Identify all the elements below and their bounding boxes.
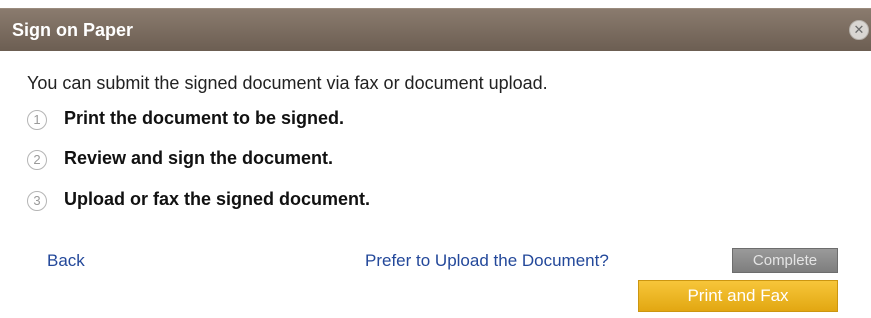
sign-on-paper-dialog: Sign on Paper ✕ You can submit the signe… — [0, 0, 871, 318]
close-icon[interactable]: ✕ — [849, 20, 869, 40]
print-and-fax-button[interactable]: Print and Fax — [638, 280, 838, 312]
step-number-icon: 2 — [27, 150, 47, 170]
step-number-icon: 3 — [27, 191, 47, 211]
dialog-title: Sign on Paper — [12, 20, 134, 40]
complete-button[interactable]: Complete — [732, 248, 838, 273]
upload-document-link[interactable]: Prefer to Upload the Document? — [365, 251, 609, 271]
step-text: Review and sign the document. — [64, 148, 334, 168]
dialog-titlebar: Sign on Paper ✕ — [0, 8, 871, 51]
intro-text: You can submit the signed document via f… — [27, 73, 548, 93]
step-number-icon: 1 — [27, 110, 47, 130]
step-text: Print the document to be signed. — [64, 108, 345, 128]
step-text: Upload or fax the signed document. — [64, 189, 371, 209]
back-link[interactable]: Back — [47, 251, 85, 271]
